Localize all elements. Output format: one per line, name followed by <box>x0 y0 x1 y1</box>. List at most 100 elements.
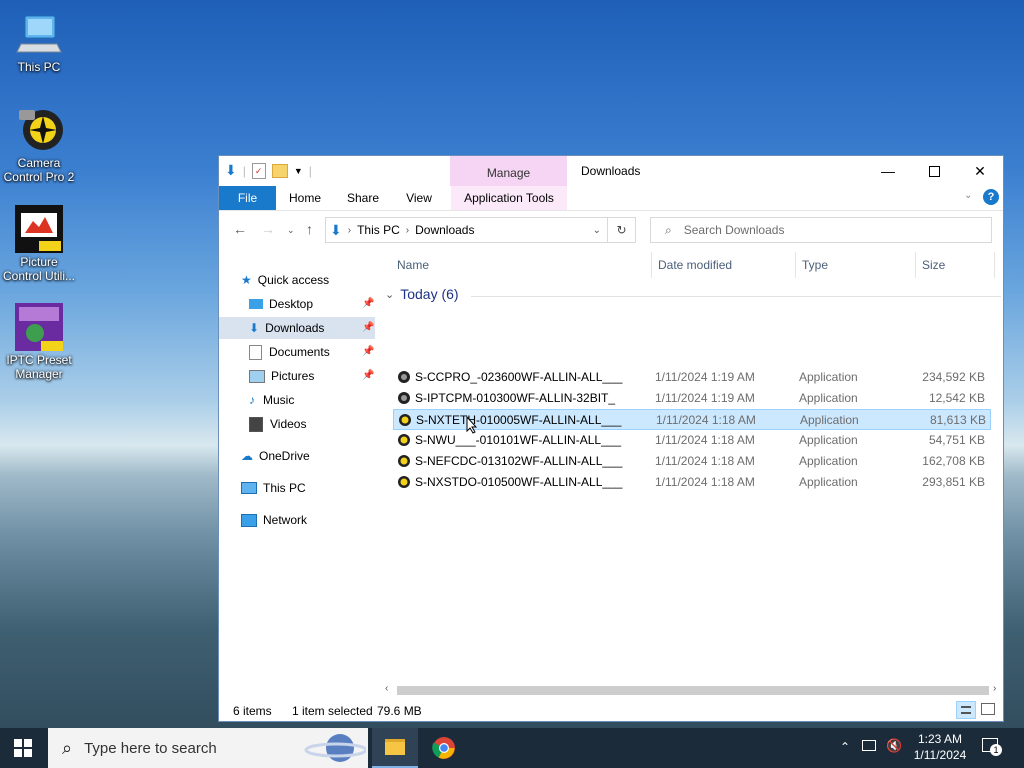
taskbar-search-box[interactable]: ⌕ Type here to search <box>48 728 368 768</box>
volume-muted-icon[interactable]: 🔇 <box>886 738 902 754</box>
nav-pictures[interactable]: Pictures <box>249 365 314 387</box>
nav-documents[interactable]: Documents <box>249 341 330 363</box>
group-header-today[interactable]: ⌄ Today (6) <box>385 286 459 302</box>
pin-icon[interactable]: 📌 <box>362 298 374 309</box>
download-arrow-icon: ⬇ <box>225 162 237 178</box>
nav-videos[interactable]: Videos <box>249 413 306 435</box>
desktop-icon-picture-control[interactable]: Picture Control Utili... <box>0 205 78 283</box>
status-bar: 6 items 1 item selected 79.6 MB <box>219 700 1003 722</box>
videos-icon <box>249 416 263 432</box>
window-title: Downloads <box>581 164 641 178</box>
installer-icon <box>398 434 410 446</box>
file-row[interactable]: S-CCPRO_-023600WF-ALLIN-ALL___ 1/11/2024… <box>393 367 991 388</box>
nav-music[interactable]: ♪ Music <box>249 389 294 411</box>
taskbar-file-explorer[interactable] <box>372 728 418 768</box>
forward-button[interactable]: → <box>261 221 275 237</box>
help-icon[interactable]: ? <box>983 189 999 205</box>
column-header-type[interactable]: Type <box>802 250 828 280</box>
column-header-date[interactable]: Date modified <box>658 250 732 280</box>
show-hidden-icons-button[interactable]: ⌃ <box>840 740 850 754</box>
downloads-folder-icon: ⬇ <box>249 321 260 335</box>
nav-network[interactable]: Network <box>241 509 307 531</box>
tab-share[interactable]: Share <box>339 186 387 210</box>
pin-icon[interactable]: 📌 <box>362 322 374 333</box>
column-header-size[interactable]: Size <box>922 250 945 280</box>
cloud-icon: ☁ <box>241 449 253 463</box>
tab-manage[interactable]: Manage <box>450 156 567 186</box>
column-header-name[interactable]: Name <box>397 250 429 280</box>
clock-date: 1/11/2024 <box>913 748 967 762</box>
properties-icon[interactable]: ✓ <box>251 162 266 179</box>
pin-icon[interactable]: 📌 <box>362 346 374 357</box>
chevron-down-icon[interactable]: ▼ <box>294 166 303 176</box>
start-button[interactable] <box>14 739 32 757</box>
desktop-icon-this-pc[interactable]: This PC <box>0 10 78 74</box>
horizontal-scrollbar[interactable]: ‹ › <box>383 683 1001 697</box>
file-row[interactable]: S-NWU___-010101WF-ALLIN-ALL___ 1/11/2024… <box>393 430 991 451</box>
minimize-button[interactable]: — <box>865 156 911 186</box>
address-row: ← → ⌄ ↑ ⬇ › This PC › Downloads ⌄ ↻ ⌕ <box>219 211 1003 249</box>
large-icons-view-button[interactable] <box>981 703 995 715</box>
scroll-left-icon[interactable]: ‹ <box>385 683 388 694</box>
taskbar-chrome[interactable] <box>421 728 467 768</box>
search-box[interactable]: ⌕ <box>650 217 992 243</box>
chevron-right-icon: › <box>347 224 352 236</box>
details-view-button[interactable] <box>956 701 976 719</box>
file-explorer-window: ⬇ | ✓ ▼ | Manage Downloads — ✕ File Home… <box>218 155 1004 722</box>
up-button[interactable]: ↑ <box>306 221 313 237</box>
search-input[interactable] <box>681 222 976 238</box>
nav-quick-access[interactable]: ★ Quick access <box>241 269 329 291</box>
taskbar-clock[interactable]: 1:23 AM 1/11/2024 <box>908 731 972 763</box>
notification-badge: 1 <box>990 744 1002 756</box>
status-item-count: 6 items <box>233 704 272 718</box>
scrollbar-thumb[interactable] <box>397 686 989 695</box>
nav-downloads[interactable]: ⬇ Downloads <box>219 317 375 339</box>
search-icon: ⌕ <box>665 222 672 237</box>
nav-onedrive[interactable]: ☁ OneDrive <box>241 445 310 467</box>
breadcrumb-this-pc[interactable]: This PC <box>357 223 400 237</box>
installer-icon <box>398 476 410 488</box>
installer-icon <box>398 455 410 467</box>
recent-locations-button[interactable]: ⌄ <box>287 225 295 236</box>
file-row[interactable]: S-IPTCPM-010300WF-ALLIN-32BIT_ 1/11/2024… <box>393 388 991 409</box>
tab-file[interactable]: File <box>219 186 276 210</box>
file-row-selected[interactable]: S-NXTETH-010005WF-ALLIN-ALL___ 1/11/2024… <box>393 409 991 430</box>
expand-ribbon-icon[interactable]: ⌄ <box>964 190 972 201</box>
status-selection-size: 79.6 MB <box>377 704 422 718</box>
computer-icon <box>15 10 63 58</box>
folder-icon <box>385 739 405 755</box>
documents-icon <box>249 344 262 360</box>
tab-view[interactable]: View <box>395 186 443 210</box>
back-button[interactable]: ← <box>233 221 247 237</box>
nav-this-pc[interactable]: This PC <box>241 477 306 499</box>
tab-home[interactable]: Home <box>281 186 329 210</box>
address-dropdown-icon[interactable]: ⌄ <box>593 225 601 236</box>
desktop-icon-camera-control-pro[interactable]: Camera Control Pro 2 <box>0 106 78 184</box>
breadcrumb-downloads[interactable]: Downloads <box>415 223 474 237</box>
new-folder-icon[interactable] <box>271 163 288 178</box>
refresh-button[interactable]: ↻ <box>608 217 636 243</box>
tab-application-tools[interactable]: Application Tools <box>451 186 567 210</box>
ribbon-tabs: File Home Share View Application Tools ⌄… <box>219 186 1003 211</box>
file-row[interactable]: S-NEFCDC-013102WF-ALLIN-ALL___ 1/11/2024… <box>393 451 991 472</box>
nav-desktop[interactable]: Desktop <box>249 293 375 315</box>
scroll-right-icon[interactable]: › <box>993 683 996 694</box>
close-button[interactable]: ✕ <box>957 156 1003 186</box>
pictures-icon <box>249 369 265 383</box>
minimize-icon: — <box>881 163 895 179</box>
file-row[interactable]: S-NXSTDO-010500WF-ALLIN-ALL___ 1/11/2024… <box>393 472 991 493</box>
notification-center-button[interactable]: 1 <box>982 738 1002 756</box>
network-status-icon[interactable] <box>862 740 876 751</box>
maximize-icon <box>928 165 940 177</box>
maximize-button[interactable] <box>911 156 957 186</box>
navigation-pane: ★ Quick access Desktop 📌 ⬇ Downloads 📌 Doc… <box>219 252 379 682</box>
installer-icon <box>399 414 411 426</box>
star-icon: ★ <box>241 273 252 287</box>
music-icon: ♪ <box>249 393 255 407</box>
search-highlight-illustration-icon <box>304 734 366 762</box>
desktop-icon-iptc-preset[interactable]: IPTC Preset Manager <box>0 303 78 381</box>
computer-icon <box>241 482 257 494</box>
installer-icon <box>398 392 410 404</box>
address-bar[interactable]: ⬇ › This PC › Downloads ⌄ <box>325 217 608 243</box>
pin-icon[interactable]: 📌 <box>362 370 374 381</box>
